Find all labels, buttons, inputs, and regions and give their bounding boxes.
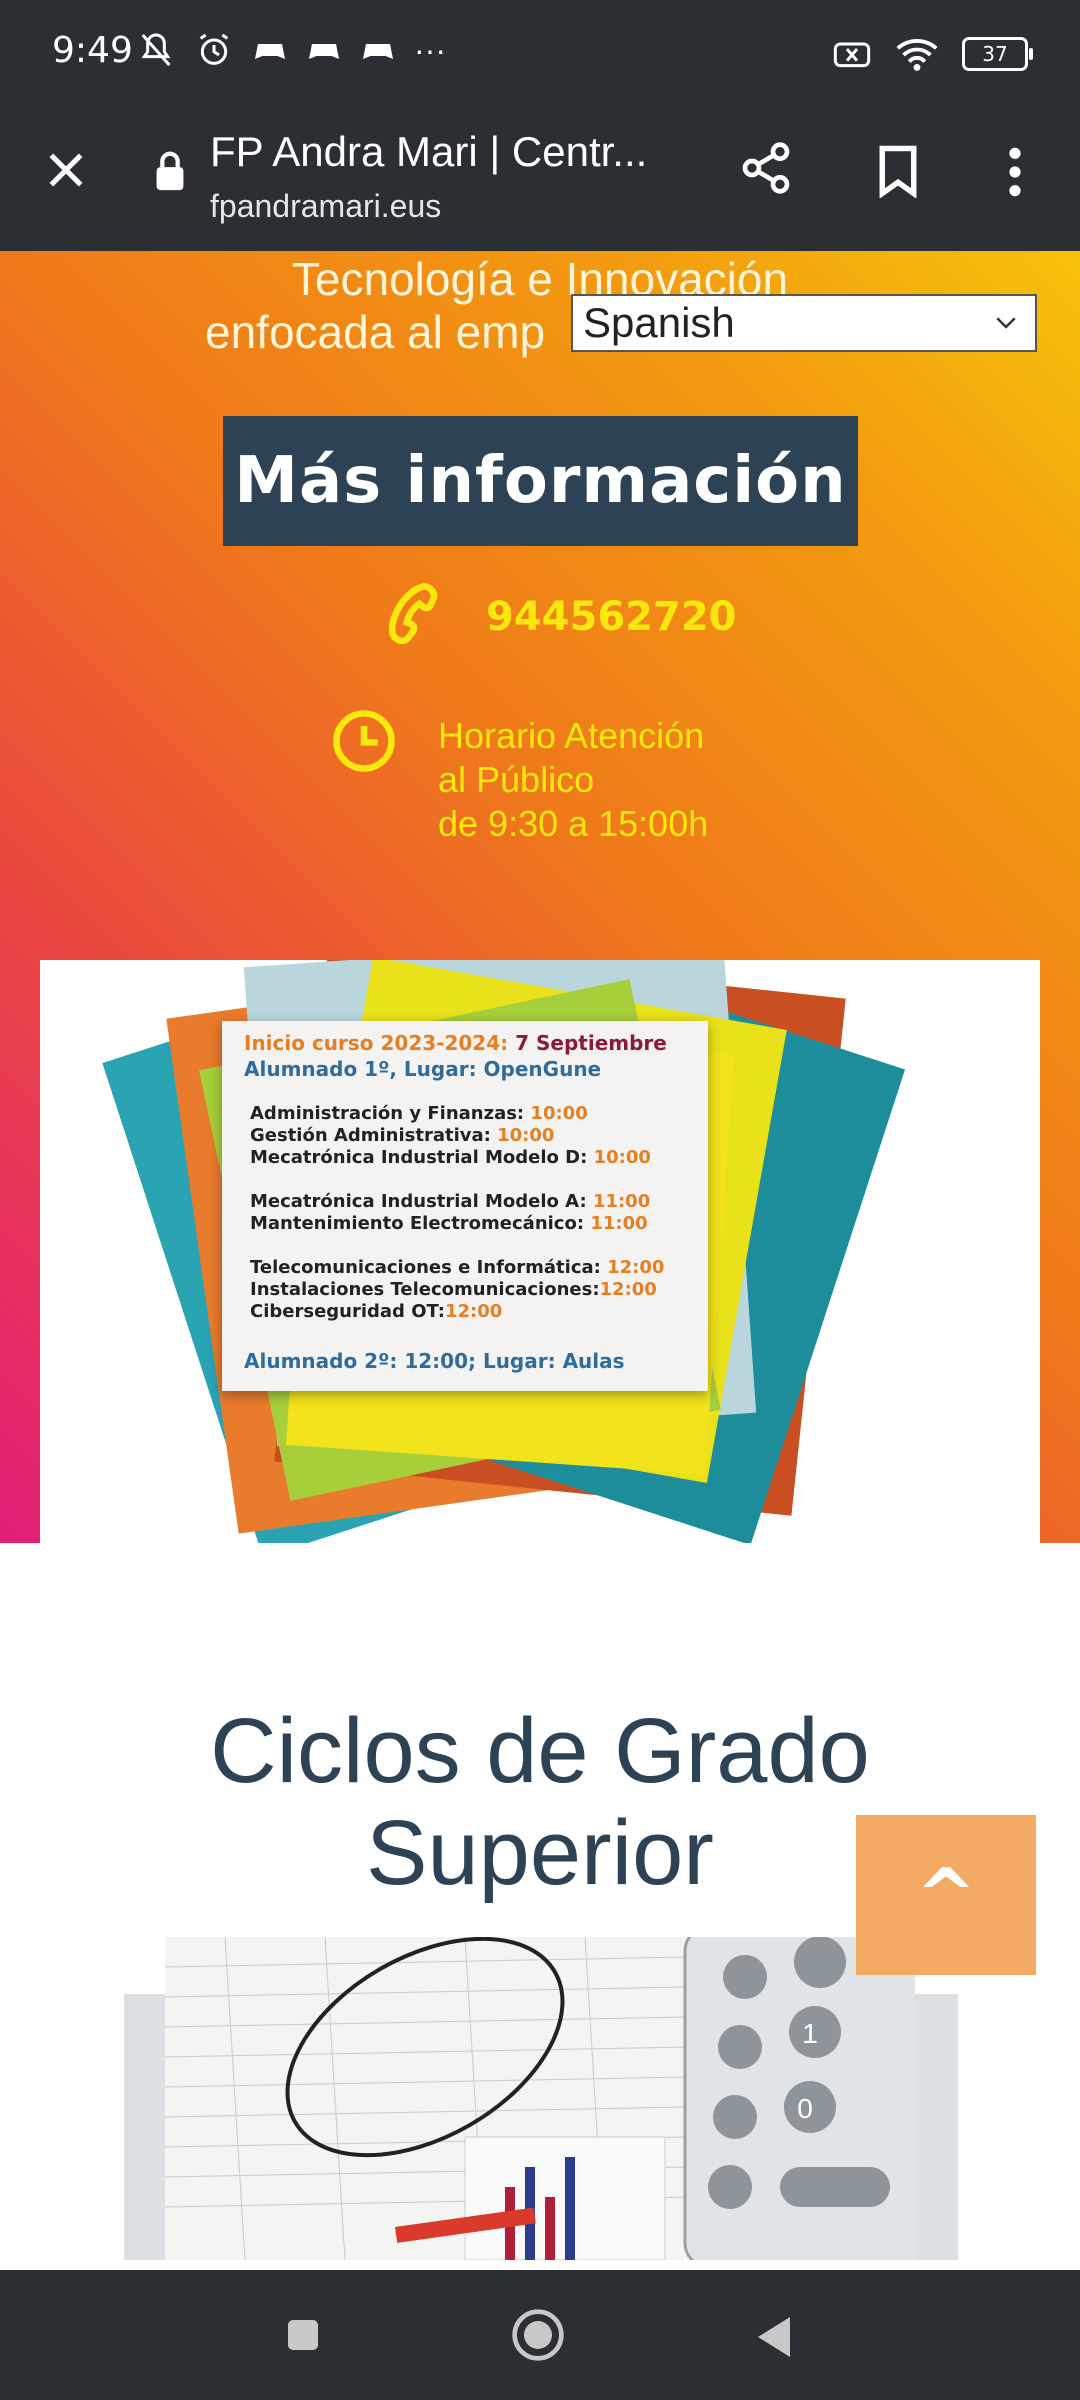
notice-row-name: Mecatrónica Industrial Modelo D: bbox=[250, 1147, 588, 1168]
status-icons-right: 37 bbox=[832, 34, 1033, 74]
svg-text:1: 1 bbox=[802, 2018, 818, 2049]
recents-icon[interactable] bbox=[283, 2315, 323, 2355]
course-card-image[interactable]: 1 0 bbox=[165, 1937, 915, 2260]
browser-toolbar: FP Andra Mari | Centr... fpandramari.eus bbox=[0, 108, 1080, 251]
phone-number[interactable]: 944562720 bbox=[486, 594, 737, 640]
wifi-icon bbox=[896, 39, 938, 71]
notice-row-name: Mantenimiento Electromecánico: bbox=[250, 1213, 585, 1234]
scroll-to-top-button[interactable]: ^ bbox=[856, 1815, 1036, 1975]
notice-row-time: 12:00 bbox=[607, 1257, 665, 1278]
more-info-button[interactable]: Más información bbox=[223, 416, 858, 546]
battery-icon: 37 bbox=[962, 37, 1033, 71]
more-vert-icon[interactable] bbox=[1000, 144, 1030, 200]
home-icon[interactable] bbox=[510, 2307, 566, 2363]
svg-text:0: 0 bbox=[797, 2093, 813, 2124]
clock-icon bbox=[333, 710, 395, 772]
notice-row-name: Ciberseguridad OT: bbox=[250, 1301, 445, 1322]
calculator-documents-illustration: 1 0 bbox=[165, 1937, 915, 2260]
notice-first-year: Alumnado 1º, Lugar: OpenGune bbox=[244, 1057, 602, 1081]
language-select[interactable]: Spanish bbox=[571, 294, 1037, 352]
notice-row-name: Telecomunicaciones e Informática: bbox=[250, 1257, 601, 1278]
status-bar: 9:49 ··· 37 bbox=[0, 0, 1080, 108]
hours-line1: Horario Atención bbox=[438, 715, 705, 756]
phone-icon bbox=[388, 582, 438, 645]
section-title-line1: Ciclos de Grado bbox=[210, 1700, 870, 1802]
notice-second-year: Alumnado 2º: 12:00; Lugar: Aulas bbox=[244, 1349, 625, 1373]
chevron-down-icon bbox=[996, 317, 1016, 329]
hours-line2: al Público bbox=[438, 759, 595, 800]
page-title[interactable]: FP Andra Mari | Centr... bbox=[210, 128, 680, 176]
more-notifications-icon: ··· bbox=[414, 31, 446, 68]
game-icon bbox=[255, 44, 285, 59]
alarm-icon bbox=[199, 33, 229, 65]
notice-row-time: 12:00 bbox=[599, 1279, 657, 1300]
notice-row-name: Gestión Administrativa: bbox=[250, 1125, 491, 1146]
status-icons-left: ··· bbox=[136, 30, 446, 70]
hero-tagline-line2: enfocada al emp bbox=[205, 306, 546, 358]
notice-start-date: 7 Septiembre bbox=[515, 1031, 667, 1055]
notice-row-name: Instalaciones Telecomunicaciones: bbox=[250, 1279, 600, 1300]
game-icon bbox=[363, 44, 393, 59]
system-nav-bar bbox=[0, 2270, 1080, 2400]
game-icon bbox=[309, 44, 339, 59]
share-icon[interactable] bbox=[738, 138, 794, 198]
notice-row-name: Administración y Finanzas: bbox=[250, 1103, 525, 1124]
course-start-notice: Inicio curso 2023-2024: 7 Septiembre Alu… bbox=[222, 1021, 708, 1391]
close-icon[interactable] bbox=[44, 148, 88, 192]
notice-row-time: 12:00 bbox=[445, 1301, 503, 1322]
notice-row-time: 11:00 bbox=[590, 1213, 648, 1234]
no-sim-icon bbox=[833, 42, 871, 68]
notice-row-name: Mecatrónica Industrial Modelo A: bbox=[250, 1191, 587, 1212]
bookmark-icon[interactable] bbox=[874, 144, 922, 198]
notice-start-label: Inicio curso 2023-2024: bbox=[244, 1031, 509, 1055]
back-icon[interactable] bbox=[752, 2313, 796, 2361]
language-select-value: Spanish bbox=[583, 299, 735, 346]
notice-row-time: 10:00 bbox=[593, 1147, 651, 1168]
url-text[interactable]: fpandramari.eus bbox=[210, 188, 441, 225]
status-time: 9:49 bbox=[52, 30, 133, 71]
lock-icon bbox=[156, 151, 184, 191]
notice-row-time: 10:00 bbox=[530, 1103, 588, 1124]
notice-row-time: 10:00 bbox=[497, 1125, 555, 1146]
hours-line3: de 9:30 a 15:00h bbox=[438, 803, 709, 844]
mute-bell-icon bbox=[141, 33, 171, 66]
notice-row-time: 11:00 bbox=[592, 1191, 651, 1212]
